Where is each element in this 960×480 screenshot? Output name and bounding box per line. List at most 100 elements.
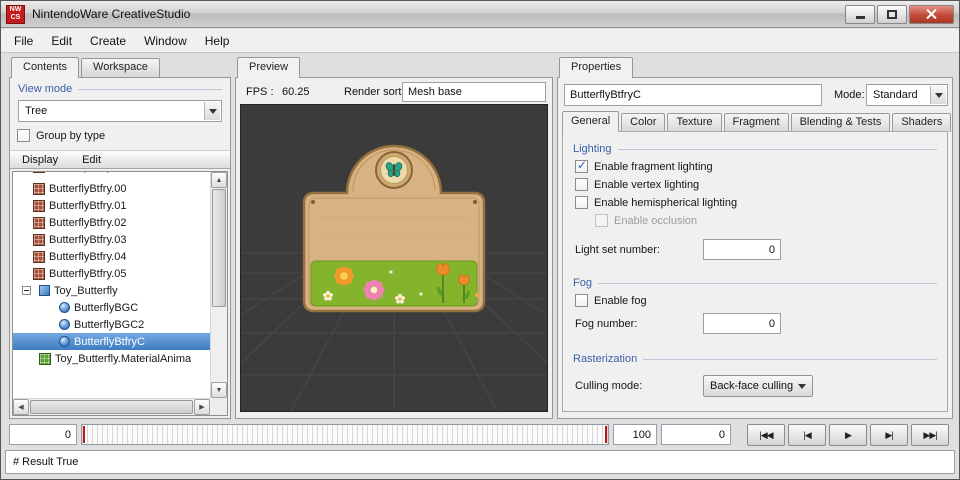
scroll-down-button[interactable]: ▼ [211,382,227,398]
minimize-button[interactable] [845,5,875,24]
dropdown-button[interactable] [204,102,220,120]
toolbar-display-menu[interactable]: Display [10,153,70,167]
shape-icon [59,302,70,313]
menu-window[interactable]: Window [135,31,196,51]
tab-color[interactable]: Color [621,113,665,132]
tree-rows: ButterflyBtfry ButterflyBtfry.00 Butterf… [13,172,210,398]
tree-item[interactable]: ButterflyBtfry.03 [13,231,210,248]
tab-texture[interactable]: Texture [667,113,721,132]
tree-item-label: ButterflyBtfry.04 [49,251,126,263]
maximize-button[interactable] [877,5,907,24]
contents-panel: Contents Workspace View mode Tree Group … [9,57,231,419]
tree-item[interactable]: ButterflyBtfry.01 [13,197,210,214]
group-by-type-checkbox[interactable]: Group by type [17,129,105,142]
tab-preview[interactable]: Preview [237,57,300,78]
animation-icon [39,353,51,365]
preview-viewport-3d[interactable] [241,105,547,411]
light-set-number-label: Light set number: [575,244,660,256]
menu-file[interactable]: File [5,31,42,51]
culling-mode-dropdown[interactable]: Back-face culling [703,375,813,397]
tree-item[interactable]: ButterflyBGC [13,299,210,316]
material-icon [33,183,45,195]
tab-blending-tests[interactable]: Blending & Tests [791,113,891,132]
tree-item-selected[interactable]: ButterflyBtfryC [13,333,210,350]
enable-fog-checkbox[interactable]: Enable fog [575,294,935,307]
scroll-right-button[interactable]: ▶ [194,399,210,415]
frame-marker-start[interactable] [83,426,85,443]
step-back-button[interactable]: |◀ [788,424,826,446]
properties-tabstrip-inner: General Color Texture Fragment Blending … [562,111,948,132]
preview-body: FPS : 60.25 Render sort: Mesh base [235,77,553,419]
light-set-number-field[interactable]: 0 [703,239,781,260]
lighting-heading-label: Lighting [573,143,612,155]
step-back-icon: |◀ [803,430,810,441]
material-name-field[interactable]: ButterflyBtfryC [564,84,822,106]
shape-icon [59,336,70,347]
enable-hemispherical-lighting-checkbox[interactable]: Enable hemispherical lighting [575,196,935,209]
tree-item[interactable]: ButterflyBtfry [13,172,210,180]
play-icon: ▶ [845,430,851,441]
toolbar-edit-menu[interactable]: Edit [70,153,113,167]
tab-workspace[interactable]: Workspace [81,58,160,77]
menu-edit[interactable]: Edit [42,31,81,51]
menu-help[interactable]: Help [196,31,239,51]
skip-to-end-button[interactable]: ▶▶| [911,424,949,446]
contents-tree: ButterflyBtfry ButterflyBtfry.00 Butterf… [12,171,228,416]
skip-to-start-button[interactable]: |◀◀ [747,424,785,446]
horizontal-scrollbar[interactable]: ◀ ▶ [13,398,210,415]
fog-number-field[interactable]: 0 [703,313,781,334]
frame-start-field[interactable]: 0 [9,424,77,445]
menu-create[interactable]: Create [81,31,135,51]
flower-pink [363,279,384,300]
render-sort-field[interactable]: Mesh base [402,82,546,102]
scroll-up-button[interactable]: ▲ [211,172,227,188]
checkbox-label: Enable hemispherical lighting [594,197,737,209]
current-frame-field[interactable]: 0 [661,424,731,445]
vertical-scrollbar[interactable]: ▲ ▼ [210,172,227,398]
tree-item[interactable]: ButterflyBtfry.04 [13,248,210,265]
tree-item[interactable]: Toy_Butterfly.MaterialAnima [13,350,210,367]
chevron-down-icon [935,93,943,102]
tree-item[interactable]: ButterflyBtfry.02 [13,214,210,231]
step-forward-button[interactable]: ▶| [870,424,908,446]
scrollbar-corner [210,398,227,415]
tree-item-model[interactable]: Toy_Butterfly [13,282,210,299]
tree-item[interactable]: ButterflyBtfry.05 [13,265,210,282]
mode-dropdown[interactable]: Standard [866,84,948,106]
tree-item-label: ButterflyBtfryC [74,336,145,348]
screw-icon [473,200,477,204]
enable-fragment-lighting-checkbox[interactable]: Enable fragment lighting [575,160,935,173]
tree-item[interactable]: ButterflyBGC2 [13,316,210,333]
tab-properties[interactable]: Properties [559,57,633,78]
timeline-bar: 0 100 0 |◀◀ |◀ ▶ ▶| ▶▶| [1,423,960,447]
collapse-expander-icon[interactable] [22,286,31,295]
timeline-track[interactable] [81,424,609,445]
enable-vertex-lighting-checkbox[interactable]: Enable vertex lighting [575,178,935,191]
app-window: NW CS NintendoWare CreativeStudio File E… [0,0,960,480]
close-icon [926,9,937,20]
fog-number-label: Fog number: [575,318,637,330]
tree-item[interactable]: ButterflyBtfry.00 [13,180,210,197]
scroll-up-icon: ▲ [216,177,223,184]
tree-item-label: Toy_Butterfly [54,285,118,297]
dropdown-button[interactable] [930,86,946,104]
view-mode-heading: View mode [18,83,222,95]
play-button[interactable]: ▶ [829,424,867,446]
horizontal-scrollbar-thumb[interactable] [30,400,193,414]
enable-occlusion-checkbox-disabled: Enable occlusion [595,214,935,227]
frame-marker-end[interactable] [605,426,607,443]
view-mode-dropdown[interactable]: Tree [18,100,222,122]
tab-contents[interactable]: Contents [11,57,79,78]
vertical-scrollbar-thumb[interactable] [212,189,226,307]
tree-item-label: ButterflyBGC [74,302,138,314]
frame-end-field[interactable]: 100 [613,424,657,445]
group-by-type-label: Group by type [36,130,105,142]
tab-shaders[interactable]: Shaders [892,113,951,132]
tab-general[interactable]: General [562,111,619,132]
tab-fragment[interactable]: Fragment [724,113,789,132]
scroll-left-button[interactable]: ◀ [13,399,29,415]
close-button[interactable] [909,5,954,24]
preview-viewport[interactable] [240,104,548,412]
fog-number-row: Fog number: 0 [575,313,935,337]
fps-value: 60.25 [282,86,310,98]
